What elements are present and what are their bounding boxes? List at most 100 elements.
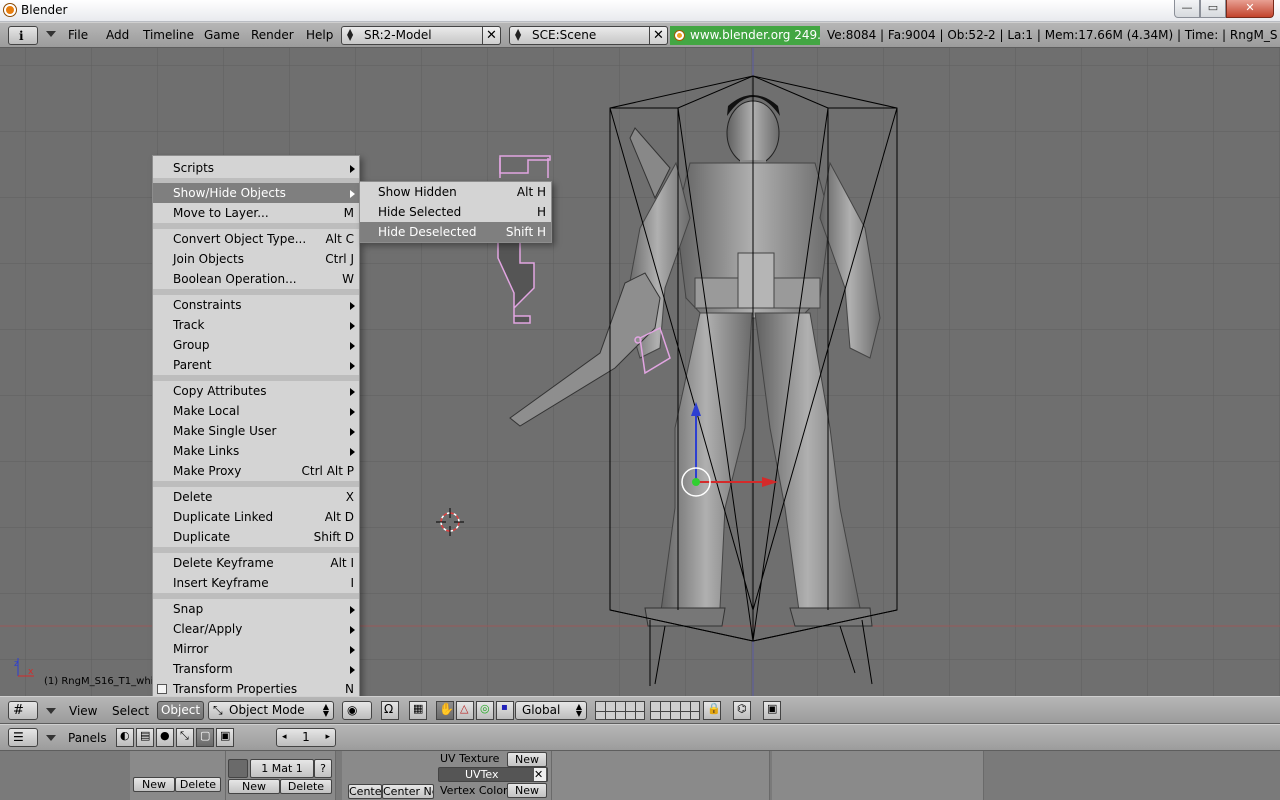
vertex-color-label: Vertex Color bbox=[440, 784, 508, 797]
menu-item-parent[interactable]: Parent bbox=[153, 355, 359, 375]
delete-button[interactable]: Delete bbox=[175, 777, 221, 792]
menu-item-make-local[interactable]: Make Local bbox=[153, 401, 359, 421]
shortcut-label: Alt D bbox=[324, 510, 354, 524]
menu-game[interactable]: Game bbox=[204, 28, 240, 42]
updown-icon: ▲ ▼ bbox=[515, 27, 522, 42]
menu-item-boolean-operation[interactable]: Boolean Operation... W bbox=[153, 269, 359, 289]
new-material-button[interactable]: New bbox=[228, 779, 280, 794]
menu-help[interactable]: Help bbox=[306, 28, 333, 42]
uvtex-field[interactable]: UVTex ✕ bbox=[438, 767, 548, 782]
menu-item-scripts[interactable]: Scripts bbox=[153, 158, 359, 178]
square-edit-icon: ▢ bbox=[200, 729, 211, 742]
menu-view[interactable]: View bbox=[69, 704, 97, 718]
script-context-button[interactable]: ▤ bbox=[136, 728, 154, 747]
menu-item-make-single-user[interactable]: Make Single User bbox=[153, 421, 359, 441]
render-preview-button[interactable]: ⌬ bbox=[733, 701, 751, 720]
menu-timeline[interactable]: Timeline bbox=[143, 28, 194, 42]
translate-manipulator-button[interactable]: △ bbox=[456, 701, 474, 720]
rotate-manipulator-button[interactable]: ◎ bbox=[476, 701, 494, 720]
scene-name: SCE:Scene bbox=[532, 28, 597, 42]
menu-item-show-hidden[interactable]: Show Hidden Alt H bbox=[360, 182, 551, 202]
menu-item-label: Duplicate Linked bbox=[173, 510, 274, 524]
center-button[interactable]: Cente bbox=[348, 784, 382, 799]
material-swatch[interactable] bbox=[228, 759, 248, 778]
menu-item-label: Hide Selected bbox=[378, 205, 462, 219]
menu-item-convert-object-type[interactable]: Convert Object Type... Alt C bbox=[153, 229, 359, 249]
menu-item-hide-deselected[interactable]: Hide Deselected Shift H bbox=[360, 222, 551, 242]
menu-item-snap[interactable]: Snap bbox=[153, 599, 359, 619]
menu-select[interactable]: Select bbox=[112, 704, 149, 718]
orientation-selector[interactable]: Global ▲ ▼ bbox=[515, 701, 587, 720]
screen-selector[interactable]: ▲ ▼ SR:2-Model ✕ bbox=[341, 26, 501, 45]
checkbox-icon[interactable] bbox=[157, 684, 167, 694]
x-icon[interactable]: ✕ bbox=[534, 768, 546, 781]
menu-render[interactable]: Render bbox=[251, 28, 294, 42]
scene-context-button[interactable]: ▣ bbox=[216, 728, 234, 747]
pivot-selector[interactable]: ◉ bbox=[342, 701, 372, 720]
menu-item-duplicate[interactable]: Duplicate Shift D bbox=[153, 527, 359, 547]
menu-item-label: Hide Deselected bbox=[378, 225, 477, 239]
mode-selector[interactable]: ⤡ Object Mode ▲ ▼ bbox=[208, 701, 334, 720]
menu-item-mirror[interactable]: Mirror bbox=[153, 639, 359, 659]
maximize-button[interactable]: ▭ bbox=[1200, 0, 1226, 18]
editing-context-button[interactable]: ▢ bbox=[196, 728, 214, 747]
frame-field[interactable]: ◂ 1 ▸ bbox=[276, 728, 336, 747]
uv-texture-new-button[interactable]: New bbox=[507, 752, 547, 767]
minimize-button[interactable]: — bbox=[1174, 0, 1200, 18]
panel-empty-1 bbox=[552, 751, 770, 800]
menu-item-transform[interactable]: Transform bbox=[153, 659, 359, 679]
menu-item-constraints[interactable]: Constraints bbox=[153, 295, 359, 315]
menu-file[interactable]: File bbox=[68, 28, 88, 42]
menu-item-hide-selected[interactable]: Hide Selected H bbox=[360, 202, 551, 222]
menu-item-make-links[interactable]: Make Links bbox=[153, 441, 359, 461]
shading-context-button[interactable]: ● bbox=[156, 728, 174, 747]
menu-item-label: Join Objects bbox=[173, 252, 244, 266]
menu-item-group[interactable]: Group bbox=[153, 335, 359, 355]
menu-item-track[interactable]: Track bbox=[153, 315, 359, 335]
menu-object[interactable]: Object bbox=[157, 701, 204, 720]
collapse-menu-icon[interactable] bbox=[46, 735, 56, 741]
snap-button[interactable]: ▦ bbox=[409, 701, 427, 720]
vertex-color-new-button[interactable]: New bbox=[507, 783, 547, 798]
material-help-button[interactable]: ? bbox=[314, 759, 332, 778]
collapse-menu-icon[interactable] bbox=[46, 31, 56, 37]
lock-layers-button[interactable]: 🔒 bbox=[703, 701, 721, 720]
menu-item-insert-keyframe[interactable]: Insert Keyframe I bbox=[153, 573, 359, 593]
render-opengl-button[interactable]: ▣ bbox=[763, 701, 781, 720]
menu-item-label: Scripts bbox=[173, 161, 215, 175]
menu-item-delete-keyframe[interactable]: Delete Keyframe Alt I bbox=[153, 553, 359, 573]
delete-material-button[interactable]: Delete bbox=[280, 779, 332, 794]
menu-item-duplicate-linked[interactable]: Duplicate Linked Alt D bbox=[153, 507, 359, 527]
object-context-button[interactable]: ⤡ bbox=[176, 728, 194, 747]
menu-item-join-objects[interactable]: Join Objects Ctrl J bbox=[153, 249, 359, 269]
menu-item-copy-attributes[interactable]: Copy Attributes bbox=[153, 381, 359, 401]
menu-item-clear-apply[interactable]: Clear/Apply bbox=[153, 619, 359, 639]
scene-selector[interactable]: ▲ ▼ SCE:Scene ✕ bbox=[509, 26, 668, 45]
layer-buttons-2[interactable] bbox=[650, 701, 700, 720]
editor-type-button[interactable]: i bbox=[8, 26, 38, 45]
3d-view-header: # View Select Object ⤡ Object Mode ▲ ▼ ◉ … bbox=[0, 696, 1280, 724]
menu-item-make-proxy[interactable]: Make Proxy Ctrl Alt P bbox=[153, 461, 359, 481]
collapse-menu-icon[interactable] bbox=[46, 708, 56, 714]
editor-type-button[interactable]: # bbox=[8, 701, 38, 720]
shortcut-label: W bbox=[342, 272, 354, 286]
manipulator-toggle[interactable]: ✋ bbox=[436, 701, 454, 720]
menu-item-show-hide-objects[interactable]: Show/Hide Objects bbox=[153, 183, 359, 203]
menu-add[interactable]: Add bbox=[106, 28, 129, 42]
close-button[interactable]: ✕ bbox=[1226, 0, 1274, 18]
center-new-button[interactable]: Center Ne bbox=[382, 784, 434, 799]
menu-panels[interactable]: Panels bbox=[68, 731, 107, 745]
editor-type-button[interactable]: ☰ bbox=[8, 728, 38, 747]
logic-context-button[interactable]: ◐ bbox=[116, 728, 134, 747]
menu-item-delete[interactable]: Delete X bbox=[153, 487, 359, 507]
show-hide-submenu: Show Hidden Alt H Hide Selected H Hide Des… bbox=[359, 181, 552, 243]
scale-manipulator-button[interactable]: ▪ bbox=[496, 701, 514, 720]
delete-scene-button[interactable]: ✕ bbox=[649, 26, 668, 45]
layer-buttons-1[interactable] bbox=[595, 701, 645, 720]
new-button[interactable]: New bbox=[133, 777, 175, 792]
blender-website-link[interactable]: www.blender.org 249.2 bbox=[670, 26, 820, 45]
menu-item-move-to-layer[interactable]: Move to Layer... M bbox=[153, 203, 359, 223]
material-index-field[interactable]: 1 Mat 1 bbox=[250, 759, 314, 778]
delete-screen-button[interactable]: ✕ bbox=[482, 26, 501, 45]
proportional-edit-button[interactable]: Ω bbox=[381, 701, 399, 720]
